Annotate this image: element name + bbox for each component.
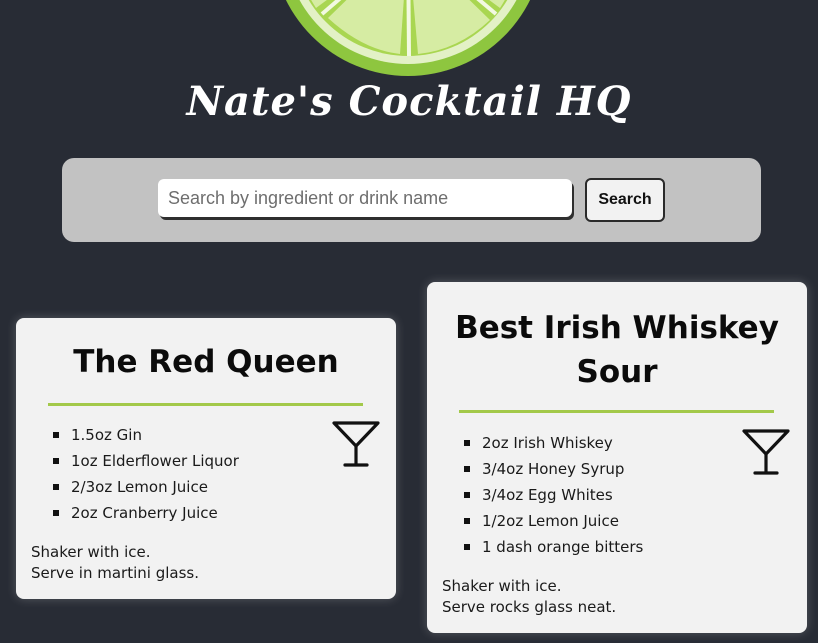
instructions: Shaker with ice. Serve in martini glass. <box>31 542 199 584</box>
instruction-line: Shaker with ice. <box>442 577 562 595</box>
ingredient-item: 2oz Cranberry Juice <box>53 500 239 526</box>
ingredient-item: 3/4oz Honey Syrup <box>464 456 643 482</box>
card-divider <box>459 410 774 413</box>
ingredient-list: 2oz Irish Whiskey 3/4oz Honey Syrup 3/4o… <box>464 430 644 560</box>
cocktail-name: Best Irish Whiskey Sour <box>455 310 779 390</box>
instruction-line: Serve rocks glass neat. <box>442 598 617 616</box>
bullet-icon <box>464 492 470 498</box>
martini-glass-icon <box>742 429 790 475</box>
ingredient-text: 3/4oz Honey Syrup <box>482 460 625 478</box>
ingredient-text: 1 dash orange bitters <box>482 538 644 556</box>
page-title: Nate's Cocktail HQ <box>186 78 632 125</box>
ingredient-list: 1.5oz Gin 1oz Elderflower Liquor 2/3oz L… <box>53 422 239 526</box>
instruction-line: Serve in martini glass. <box>31 564 199 582</box>
search-input[interactable] <box>158 179 572 217</box>
instruction-line: Shaker with ice. <box>31 543 151 561</box>
lime-slice-icon <box>285 0 531 76</box>
ingredient-text: 3/4oz Egg Whites <box>482 486 613 504</box>
bullet-icon <box>53 432 59 438</box>
bullet-icon <box>464 518 470 524</box>
ingredient-text: 2/3oz Lemon Juice <box>71 478 208 496</box>
bullet-icon <box>464 544 470 550</box>
bullet-icon <box>464 466 470 472</box>
ingredient-item: 1oz Elderflower Liquor <box>53 448 239 474</box>
search-panel: Search <box>62 158 761 242</box>
cocktail-name: The Red Queen <box>73 344 339 380</box>
ingredient-item: 3/4oz Egg Whites <box>464 482 643 508</box>
bullet-icon <box>464 440 470 446</box>
bullet-icon <box>53 510 59 516</box>
cocktail-card: Best Irish Whiskey Sour 2oz Irish Whiske… <box>427 282 807 633</box>
ingredient-item: 1/2oz Lemon Juice <box>464 508 643 534</box>
martini-glass-icon <box>332 421 380 467</box>
ingredient-item: 2oz Irish Whiskey <box>464 430 643 456</box>
ingredient-item: 2/3oz Lemon Juice <box>53 474 239 500</box>
card-divider <box>48 403 363 406</box>
ingredient-text: 2oz Cranberry Juice <box>71 504 218 522</box>
ingredient-text: 1/2oz Lemon Juice <box>482 512 619 530</box>
ingredient-text: 1.5oz Gin <box>71 426 142 444</box>
ingredient-text: 2oz Irish Whiskey <box>482 434 613 452</box>
ingredient-item: 1.5oz Gin <box>53 422 239 448</box>
instructions: Shaker with ice. Serve rocks glass neat. <box>442 576 616 618</box>
ingredient-item: 1 dash orange bitters <box>464 534 644 560</box>
search-button[interactable]: Search <box>585 178 665 222</box>
ingredient-text: 1oz Elderflower Liquor <box>71 452 239 470</box>
cocktail-card: The Red Queen 1.5oz Gin 1oz Elderflower … <box>16 318 396 599</box>
bullet-icon <box>53 484 59 490</box>
bullet-icon <box>53 458 59 464</box>
